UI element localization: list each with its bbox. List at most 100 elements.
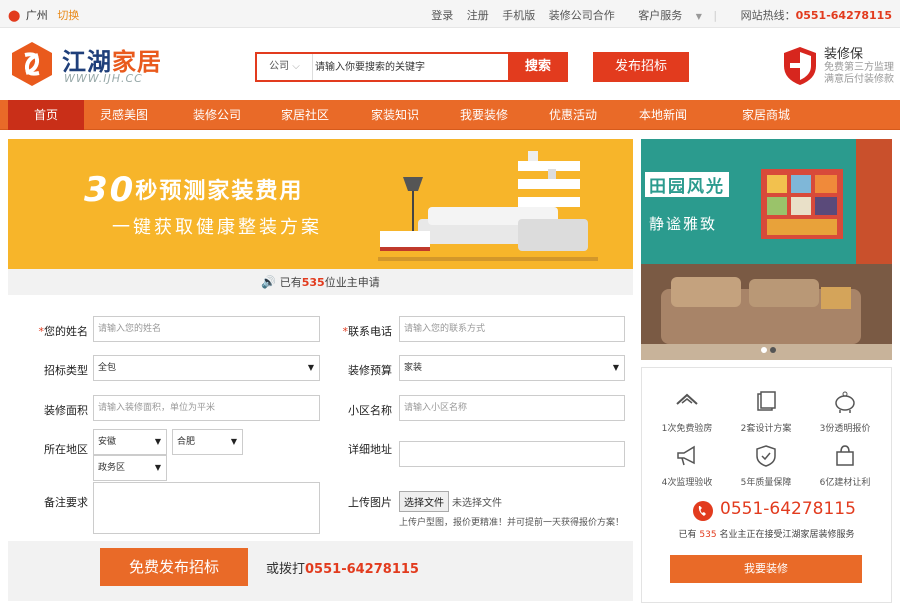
service-item: 3份透明报价 — [805, 390, 885, 434]
search-button[interactable]: 搜索 — [508, 52, 568, 82]
service-label: 2套设计方案 — [740, 424, 792, 434]
free-publish-button[interactable]: 免费发布招标 — [100, 548, 248, 586]
banner-title-text: 秒预测家装费用 — [135, 179, 304, 204]
location: ⬤ 广州 切换 — [8, 7, 79, 23]
switch-city-link[interactable]: 切换 — [57, 9, 79, 22]
guarantee-line1: 免费第三方监理 — [824, 62, 894, 73]
promo-banner[interactable]: 30秒预测家装费用 一键获取健康整装方案 — [8, 139, 633, 269]
banner-title: 30秒预测家装费用 — [84, 167, 304, 210]
service-label: 4次监理验收 — [661, 478, 713, 488]
apply-suffix: 位业主申请 — [324, 276, 380, 289]
service-panel: 1次免费验房 2套设计方案 3份透明报价 4次监理验收 5年质量保障 6亿建材让… — [641, 367, 892, 603]
community-label: 小区名称 — [348, 404, 392, 417]
city-select[interactable]: 合肥 — [172, 429, 243, 455]
house-icon — [676, 393, 698, 405]
featured-photo[interactable]: 田园风光 静谧雅致 — [641, 139, 892, 360]
name-field[interactable]: 请输入您的姓名 — [93, 316, 320, 342]
region-label: 所在地区 — [44, 443, 88, 456]
call-text: 或拨打0551-64278115 — [266, 558, 419, 577]
upload-status: 未选择文件 — [452, 498, 502, 509]
budget-select[interactable]: 家装 — [399, 355, 625, 381]
nav-companies[interactable]: 装修公司 — [174, 100, 260, 130]
search-box: 公司 ⌵ 搜索 — [255, 52, 568, 82]
province-select[interactable]: 安徽 — [93, 429, 167, 455]
bag-icon — [836, 445, 854, 466]
nav-community[interactable]: 家居社区 — [262, 100, 348, 130]
photo-title: 田园风光 — [645, 172, 729, 197]
district-select[interactable]: 政务区 — [93, 455, 167, 481]
phone-icon — [693, 501, 713, 521]
service-phone[interactable]: 0551-64278115 — [692, 498, 872, 524]
piggy-bank-icon — [835, 391, 855, 413]
apply-prefix: 已有 — [279, 276, 302, 289]
logo-mark-icon — [12, 42, 52, 86]
banner-subtitle: 一键获取健康整装方案 — [112, 217, 322, 238]
divider: | — [713, 9, 718, 22]
shield-icon — [756, 445, 776, 467]
call-prefix: 或拨打 — [266, 562, 306, 577]
location-pin-icon: ⬤ — [8, 9, 21, 22]
nav-inspiration[interactable]: 灵感美图 — [84, 100, 164, 130]
search-scope-select[interactable]: 公司 ⌵ — [257, 54, 313, 80]
photo-subtitle: 静谧雅致 — [649, 215, 718, 233]
nav-home[interactable]: 首页 — [8, 100, 84, 130]
hotline: 网站热线：0551-64278115 — [731, 9, 892, 22]
speaker-icon: 🔊 — [261, 275, 277, 289]
mobile-link[interactable]: 手机版 — [502, 9, 535, 22]
chevron-down-icon: ▼ — [695, 12, 702, 21]
service-label: 1次免费验房 — [661, 424, 713, 434]
service-item: 1次免费验房 — [647, 390, 727, 434]
service-item: 6亿建材让利 — [805, 444, 885, 488]
name-label: *您的姓名 — [8, 323, 89, 339]
remark-textarea[interactable] — [93, 482, 320, 534]
sofa-illustration — [378, 151, 598, 261]
service-label: 5年质量保障 — [740, 478, 792, 488]
logo-url: WWW.IJH.CC — [64, 72, 143, 85]
upload-hint: 上传户型图，报价更精准！并可提前一天获得报价方案！ — [399, 518, 625, 528]
choose-file-button[interactable]: 选择文件 — [399, 491, 449, 512]
customer-service-menu[interactable]: 客户服务 ▼ — [628, 9, 702, 22]
publish-tender-button[interactable]: 发布招标 — [593, 52, 689, 82]
guarantee-line2: 满意后付装修款 — [824, 74, 894, 85]
chevron-down-icon: ⌵ — [289, 61, 300, 72]
apply-count: 535 — [301, 276, 325, 289]
service-label: 3份透明报价 — [819, 424, 871, 434]
register-link[interactable]: 注册 — [467, 9, 489, 22]
login-link[interactable]: 登录 — [431, 9, 453, 22]
address-field[interactable] — [399, 441, 625, 467]
type-select[interactable]: 全包 — [93, 355, 320, 381]
nav-promotions[interactable]: 优惠活动 — [530, 100, 616, 130]
nav-local-news[interactable]: 本地新闻 — [620, 100, 706, 130]
community-field[interactable]: 请输入小区名称 — [399, 395, 625, 421]
tender-form: *您的姓名 请输入您的姓名 *联系电话 请输入您的联系方式 招标类型 全包 装修… — [8, 295, 633, 541]
search-input[interactable] — [315, 57, 505, 77]
site-logo[interactable]: 江湖家居 WWW.IJH.CC — [8, 40, 168, 88]
nav-renovate[interactable]: 我要装修 — [441, 100, 527, 130]
guarantee-title: 装修保 — [824, 47, 864, 62]
hotline-number: 0551-64278115 — [795, 9, 892, 22]
service-note-count: 535 — [699, 530, 717, 540]
customer-service-label: 客户服务 — [638, 9, 683, 22]
address-label: 详细地址 — [348, 443, 392, 456]
nav-knowledge[interactable]: 家装知识 — [352, 100, 438, 130]
name-label-text: 您的姓名 — [44, 325, 88, 338]
service-item: 5年质量保障 — [726, 444, 806, 488]
guarantee-badge[interactable]: 装修保 免费第三方监理 满意后付装修款 — [782, 43, 897, 93]
service-note-prefix: 已有 — [678, 530, 697, 540]
upload-label: 上传图片 — [348, 496, 392, 509]
service-phone-number: 0551-64278115 — [720, 499, 856, 519]
partner-link[interactable]: 装修公司合作 — [549, 9, 615, 22]
shield-icon — [784, 47, 816, 85]
area-field[interactable]: 请输入装修面积，单位为平米 — [93, 395, 320, 421]
apply-count-bar: 🔊 已有535位业主申请 — [8, 269, 633, 295]
main-nav: 首页 灵感美图 装修公司 家居社区 家装知识 我要装修 优惠活动 本地新闻 家居… — [0, 100, 900, 130]
search-scope-label: 公司 — [269, 61, 290, 72]
phone-label-text: 联系电话 — [348, 325, 392, 338]
hotline-label: 网站热线： — [740, 9, 796, 22]
phone-field[interactable]: 请输入您的联系方式 — [399, 316, 625, 342]
renovate-button[interactable]: 我要装修 — [670, 555, 862, 583]
area-label: 装修面积 — [44, 404, 88, 417]
service-item: 4次监理验收 — [647, 444, 727, 488]
nav-mall[interactable]: 家居商城 — [716, 100, 816, 130]
phone-label: *联系电话 — [312, 323, 393, 339]
